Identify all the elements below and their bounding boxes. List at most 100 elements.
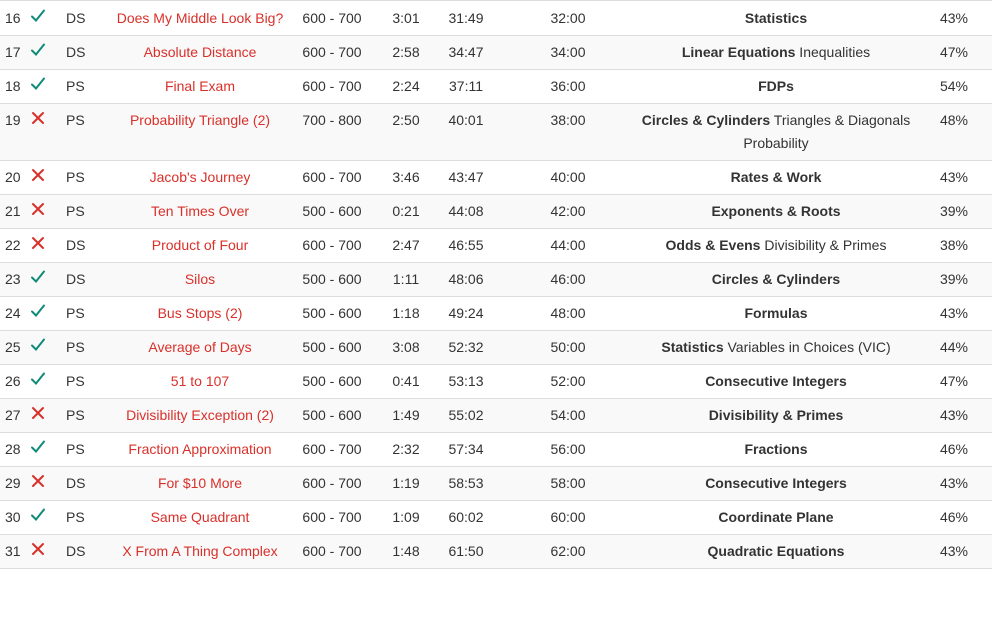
question-type: PS bbox=[66, 194, 116, 229]
result-cell bbox=[30, 534, 66, 569]
topics-cell: Consecutive Integers bbox=[636, 466, 916, 501]
difficulty-range: 500 - 600 bbox=[284, 296, 380, 331]
target-time: 62:00 bbox=[500, 534, 636, 569]
question-title-cell: Final Exam bbox=[116, 69, 284, 104]
question-title-cell: Probability Triangle (2) bbox=[116, 103, 284, 161]
topics-cell: Consecutive Integers bbox=[636, 364, 916, 399]
percent-correct: 43% bbox=[916, 2, 992, 36]
difficulty-range: 600 - 700 bbox=[284, 432, 380, 467]
target-time: 60:00 bbox=[500, 500, 636, 535]
question-title-link[interactable]: Jacob's Journey bbox=[150, 169, 251, 185]
target-time: 46:00 bbox=[500, 262, 636, 297]
check-icon bbox=[30, 8, 46, 24]
time-spent: 2:58 bbox=[380, 35, 432, 70]
table-row: 29 DS For $10 More 600 - 700 1:19 58:53 58:00 C… bbox=[0, 466, 992, 501]
question-number: 24 bbox=[0, 296, 30, 331]
result-cell bbox=[30, 160, 66, 195]
target-time: 58:00 bbox=[500, 466, 636, 501]
question-title-link[interactable]: Probability Triangle (2) bbox=[130, 112, 270, 128]
difficulty-range: 600 - 700 bbox=[284, 35, 380, 70]
difficulty-range: 600 - 700 bbox=[284, 2, 380, 36]
question-type: PS bbox=[66, 69, 116, 104]
difficulty-range: 600 - 700 bbox=[284, 160, 380, 195]
table-row: 30 PS Same Quadrant 600 - 700 1:09 60:02 60:00… bbox=[0, 500, 992, 535]
result-cell bbox=[30, 262, 66, 297]
question-title-link[interactable]: Does My Middle Look Big? bbox=[117, 10, 284, 26]
check-icon bbox=[30, 76, 46, 92]
difficulty-range: 700 - 800 bbox=[284, 103, 380, 161]
question-title-cell: Ten Times Over bbox=[116, 194, 284, 229]
check-icon bbox=[30, 269, 46, 285]
question-title-link[interactable]: Bus Stops (2) bbox=[158, 305, 243, 321]
topics-cell: Statistics bbox=[636, 2, 916, 36]
topics-cell: Quadratic Equations bbox=[636, 534, 916, 569]
difficulty-range: 500 - 600 bbox=[284, 364, 380, 399]
question-type: DS bbox=[66, 534, 116, 569]
scrollbar-gutter bbox=[992, 0, 1004, 621]
percent-correct: 43% bbox=[916, 466, 992, 501]
result-cell bbox=[30, 296, 66, 331]
target-time: 54:00 bbox=[500, 398, 636, 433]
result-cell bbox=[30, 398, 66, 433]
question-title-link[interactable]: X From A Thing Complex bbox=[122, 543, 277, 559]
question-title-link[interactable]: Absolute Distance bbox=[144, 44, 257, 60]
question-type: DS bbox=[66, 35, 116, 70]
table-row: 17 DS Absolute Distance 600 - 700 2:58 34:47 3… bbox=[0, 35, 992, 70]
cross-icon bbox=[30, 405, 46, 421]
elapsed-time: 46:55 bbox=[432, 228, 500, 263]
topic-secondary: Divisibility & Primes bbox=[760, 237, 887, 253]
topics-cell: Coordinate Plane bbox=[636, 500, 916, 535]
question-title-link[interactable]: Final Exam bbox=[165, 78, 235, 94]
topic-primary: Exponents & Roots bbox=[711, 203, 841, 219]
topic-primary: Linear Equations bbox=[681, 44, 796, 60]
topic-primary: Statistics bbox=[744, 10, 808, 26]
difficulty-range: 500 - 600 bbox=[284, 194, 380, 229]
table-row: 19 PS Probability Triangle (2) 700 - 800 2:5… bbox=[0, 103, 992, 161]
question-title-link[interactable]: 51 to 107 bbox=[171, 373, 229, 389]
result-cell bbox=[30, 466, 66, 501]
question-title-link[interactable]: Silos bbox=[185, 271, 215, 287]
time-spent: 2:47 bbox=[380, 228, 432, 263]
cross-icon bbox=[30, 235, 46, 251]
question-number: 27 bbox=[0, 398, 30, 433]
time-spent: 3:46 bbox=[380, 160, 432, 195]
question-title-link[interactable]: Average of Days bbox=[148, 339, 251, 355]
question-type: PS bbox=[66, 160, 116, 195]
percent-correct: 39% bbox=[916, 262, 992, 297]
question-title-link[interactable]: Fraction Approximation bbox=[128, 441, 271, 457]
time-spent: 2:24 bbox=[380, 69, 432, 104]
question-title-cell: Silos bbox=[116, 262, 284, 297]
time-spent: 1:48 bbox=[380, 534, 432, 569]
target-time: 34:00 bbox=[500, 35, 636, 70]
topics-cell: Formulas bbox=[636, 296, 916, 331]
check-icon bbox=[30, 337, 46, 353]
target-time: 42:00 bbox=[500, 194, 636, 229]
question-title-link[interactable]: Product of Four bbox=[152, 237, 249, 253]
result-cell bbox=[30, 103, 66, 161]
target-time: 36:00 bbox=[500, 69, 636, 104]
cross-icon bbox=[30, 201, 46, 217]
question-number: 31 bbox=[0, 534, 30, 569]
percent-correct: 43% bbox=[916, 398, 992, 433]
cross-icon bbox=[30, 541, 46, 557]
question-type: DS bbox=[66, 466, 116, 501]
question-number: 21 bbox=[0, 194, 30, 229]
elapsed-time: 49:24 bbox=[432, 296, 500, 331]
topic-primary: Coordinate Plane bbox=[718, 509, 834, 525]
elapsed-time: 40:01 bbox=[432, 103, 500, 161]
question-title-link[interactable]: Divisibility Exception (2) bbox=[126, 407, 274, 423]
percent-correct: 38% bbox=[916, 228, 992, 263]
target-time: 32:00 bbox=[500, 2, 636, 36]
elapsed-time: 37:11 bbox=[432, 69, 500, 104]
question-title-link[interactable]: Same Quadrant bbox=[151, 509, 250, 525]
question-title-link[interactable]: Ten Times Over bbox=[151, 203, 249, 219]
question-title-link[interactable]: For $10 More bbox=[158, 475, 242, 491]
topic-primary: Odds & Evens bbox=[665, 237, 761, 253]
check-icon bbox=[30, 303, 46, 319]
results-table: 16 DS Does My Middle Look Big? 600 - 700 3:0… bbox=[0, 2, 992, 569]
percent-correct: 46% bbox=[916, 432, 992, 467]
table-row: 25 PS Average of Days 500 - 600 3:08 52:32 50:… bbox=[0, 330, 992, 365]
difficulty-range: 600 - 700 bbox=[284, 466, 380, 501]
question-type: PS bbox=[66, 103, 116, 161]
question-number: 28 bbox=[0, 432, 30, 467]
